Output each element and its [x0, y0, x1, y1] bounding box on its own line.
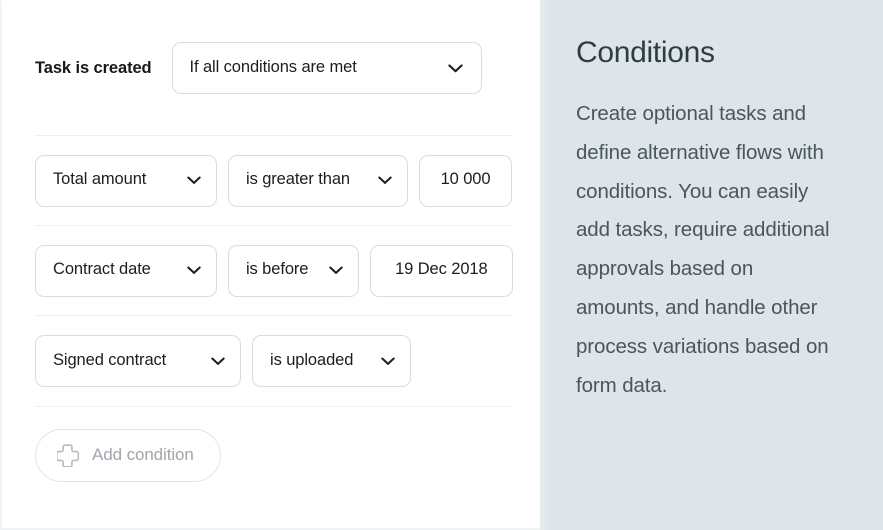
condition-value-input[interactable]: 19 Dec 2018 — [369, 244, 513, 297]
add-condition-button[interactable]: Add condition — [35, 428, 221, 482]
condition-value-input[interactable]: 10 000 — [419, 154, 512, 207]
add-condition-label: Add condition — [92, 444, 194, 464]
condition-builder-panel: Task is created If all conditions are me… — [0, 0, 540, 530]
condition-mode-value: If all conditions are met — [189, 57, 357, 76]
condition-row: Signed contract is uploaded — [35, 316, 513, 406]
condition-operator-select[interactable]: is before — [227, 244, 359, 297]
condition-operator-value: is uploaded — [270, 350, 354, 369]
condition-field-select[interactable]: Signed contract — [35, 335, 241, 387]
condition-operator-select[interactable]: is greater than — [228, 154, 408, 207]
info-panel: Conditions Create optional tasks and def… — [540, 0, 883, 530]
add-condition-row: Add condition — [35, 407, 513, 503]
condition-field-value: Signed contract — [53, 350, 167, 369]
condition-field-value: Contract date — [53, 260, 151, 279]
condition-operator-value: is before — [245, 260, 309, 279]
chevron-down-icon — [187, 266, 201, 275]
chevron-down-icon — [447, 63, 463, 73]
condition-field-value: Total amount — [53, 170, 147, 189]
condition-value: 10 000 — [440, 170, 491, 189]
chevron-down-icon — [211, 357, 225, 366]
chevron-down-icon — [381, 357, 395, 366]
condition-operator-select[interactable]: is uploaded — [252, 335, 411, 387]
trigger-label: Task is created — [35, 58, 152, 77]
chevron-down-icon — [378, 176, 392, 185]
condition-field-select[interactable]: Contract date — [35, 244, 217, 297]
chevron-down-icon — [187, 176, 201, 185]
condition-value: 19 Dec 2018 — [395, 260, 488, 279]
conditions-settings-screen: Task is created If all conditions are me… — [0, 0, 883, 530]
condition-field-select[interactable]: Total amount — [35, 154, 217, 207]
condition-row: Total amount is greater than 10 000 — [35, 136, 513, 225]
condition-operator-value: is greater than — [246, 170, 350, 189]
condition-mode-select[interactable]: If all conditions are met — [171, 42, 482, 94]
plus-icon — [57, 443, 80, 467]
trigger-row: Task is created If all conditions are me… — [35, 1, 513, 135]
info-panel-title: Conditions — [576, 36, 715, 69]
info-panel-description: Create optional tasks and define alterna… — [576, 102, 830, 397]
chevron-down-icon — [328, 266, 343, 275]
condition-row: Contract date is before 19 Dec 2018 — [35, 226, 513, 315]
condition-builder: Task is created If all conditions are me… — [35, 1, 513, 503]
